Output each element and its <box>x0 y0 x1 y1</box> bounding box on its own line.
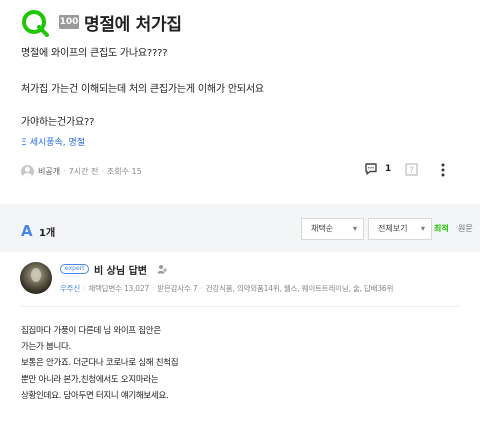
answerer-fields: 건강식품, 의약외품14위, 웰스, 웨이트트레이닝, 술, 답배36위 <box>205 284 394 293</box>
answer-count: 1개 <box>39 228 56 239</box>
author-name: 비공개 <box>38 166 61 176</box>
view-count: 조회수 15 <box>106 166 142 176</box>
more-icon[interactable] <box>437 162 449 178</box>
separator: · <box>63 166 66 176</box>
sort-select[interactable]: 채택순 ▾ <box>301 218 364 240</box>
chevron-down-icon: ▾ <box>420 224 425 233</box>
thanks-count: 받은감사수 7 <box>157 284 198 293</box>
answer-text-line: 보통은 안가죠. 더군다나 코로나로 심해 친척집 <box>21 358 179 368</box>
follow-icon[interactable] <box>157 264 167 274</box>
answerer-meta: 우주신 · 채택답변수 13,027 · 받은감사수 7 · 건강식품, 의약외품14위, … <box>60 284 394 293</box>
sort-select-value: 채택순 <box>311 224 334 233</box>
answer-a-icon: A <box>21 222 33 240</box>
avatar[interactable] <box>20 262 52 294</box>
question-tag-label: 세시풍속, 명절 <box>29 138 86 148</box>
view-select[interactable]: 전체보기 ▾ <box>368 218 432 240</box>
answer-text-line: 뿐만 아니라 본가,친청에서도 오지마라는 <box>21 375 159 385</box>
comment-count: 1 <box>385 164 392 174</box>
svg-text:?: ? <box>409 166 414 176</box>
time-ago: 7시간 전 <box>68 166 99 176</box>
answer-text-line: 상황인데요. 담아두면 터지니 얘기해보세요. <box>21 391 169 401</box>
answer-card <box>0 252 480 436</box>
answerer-level: 우주신 <box>60 284 81 293</box>
view-select-value: 전체보기 <box>378 224 408 233</box>
question-body-line: 처가집 가는건 이해되는데 처의 큰집가는게 이해가 안되서요 <box>21 84 264 95</box>
q-logo-icon <box>22 10 49 37</box>
question-section: 100 명절에 처가집 명절에 와이프의 큰집도 가나요???? 처가집 가는건… <box>0 0 480 204</box>
answer-text-line: 가는가 봅니다. <box>21 342 71 352</box>
expert-badge: expert <box>60 264 90 274</box>
answer-text-line: 집집마다 가풍이 다른데 님 와이프 집안은 <box>21 326 161 336</box>
question-body-line: 명절에 와이프의 큰집도 가나요???? <box>21 48 168 59</box>
question-body-line: 가야하는건가요?? <box>21 117 95 128</box>
tag-icon: Ξ <box>21 138 27 148</box>
points-badge: 100 <box>59 15 79 29</box>
question-tag[interactable]: Ξ 세시풍속, 명절 <box>21 135 85 148</box>
answerer-name[interactable]: 비 상님 답변 <box>94 262 147 277</box>
chevron-down-icon: ▾ <box>352 224 357 233</box>
sort-best-toggle[interactable]: 최적 <box>434 218 454 240</box>
share-icon[interactable]: ? <box>404 162 420 177</box>
question-meta: 비공개 · 7시간 전 · 조회수 15 <box>21 163 142 179</box>
question-title: 명절에 처가집 <box>84 15 182 35</box>
comment-icon[interactable] <box>364 162 378 176</box>
divider <box>20 306 460 307</box>
avatar <box>21 164 34 178</box>
sort-original-toggle[interactable]: 원문 <box>458 218 480 240</box>
separator: · <box>101 166 104 176</box>
adopted-count: 채택답변수 13,027 <box>88 284 150 293</box>
